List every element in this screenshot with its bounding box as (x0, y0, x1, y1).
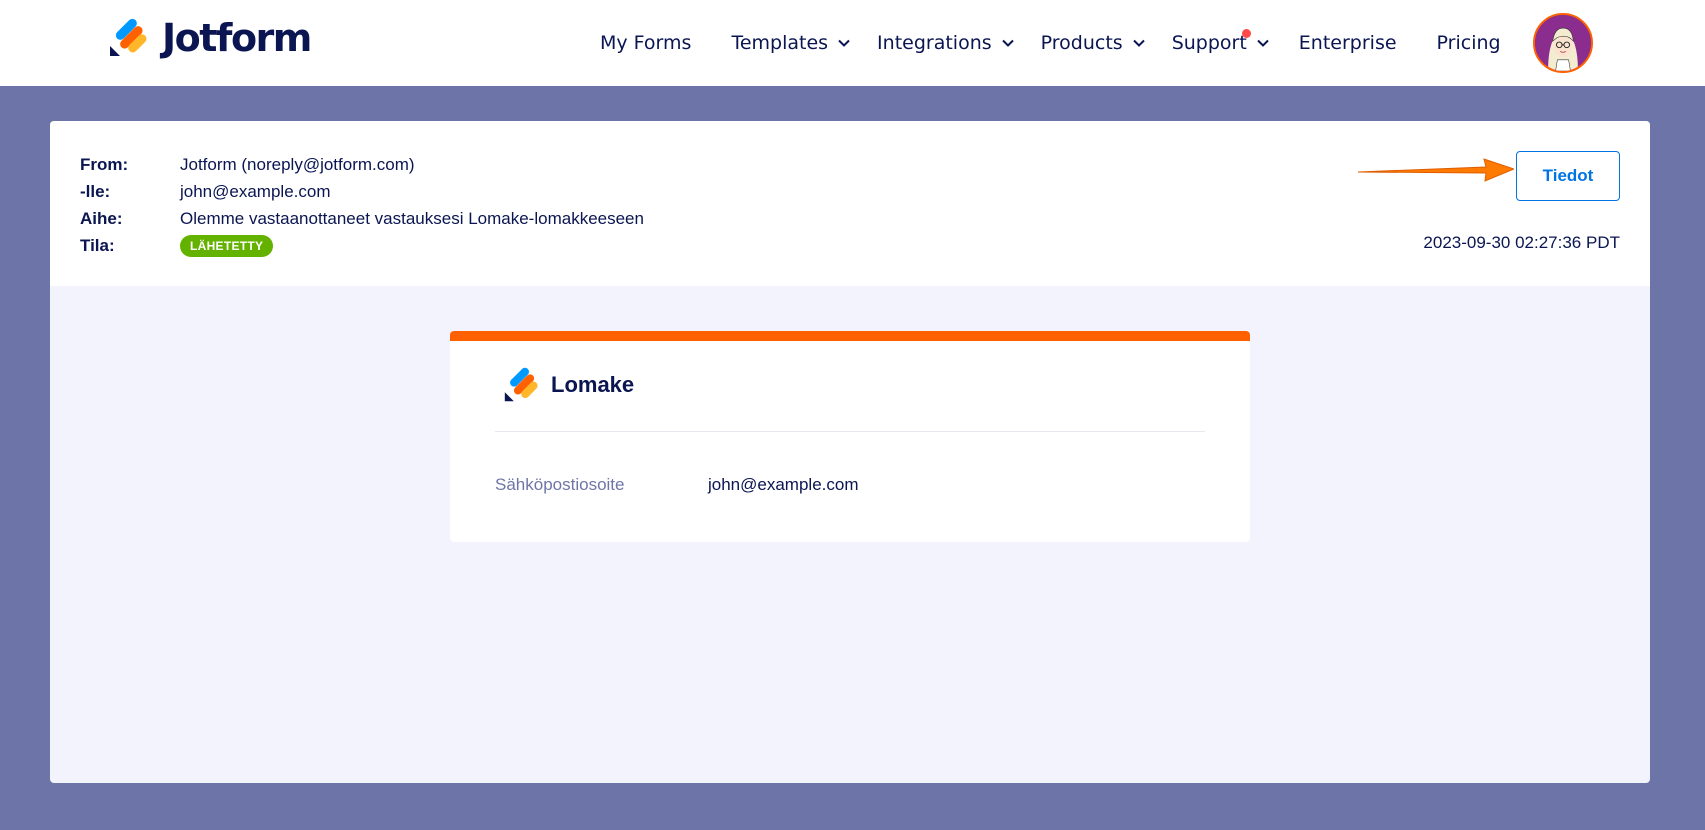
nav-label: Enterprise (1298, 32, 1397, 54)
arrow-pointer-icon (1358, 158, 1514, 182)
meta-row-from: From: Jotform (noreply@jotform.com) (80, 151, 644, 178)
logo-wordmark: Jotform (162, 16, 312, 60)
nav-products[interactable]: Products (1041, 32, 1145, 54)
chevron-down-icon (1001, 39, 1014, 47)
status-badge: LÄHETETTY (180, 234, 274, 257)
nav-enterprise[interactable]: Enterprise (1299, 32, 1397, 54)
divider (495, 431, 1205, 432)
form-title: Lomake (551, 372, 635, 397)
nav-pricing[interactable]: Pricing (1437, 32, 1501, 54)
meta-row-subject: Aihe: Olemme vastaanottaneet vastauksesi… (80, 205, 644, 232)
nav-label: Pricing (1436, 32, 1501, 54)
meta-value: Olemme vastaanottaneet vastauksesi Lomak… (180, 209, 644, 228)
nav-templates[interactable]: Templates (731, 32, 850, 54)
nav-label: My Forms (600, 32, 692, 54)
nav-label: Integrations (877, 32, 992, 54)
main-nav: My Forms Templates Integrations Products… (600, 0, 1501, 86)
meta-row-to: -lle: john@example.com (80, 178, 644, 205)
field-label: Sähköpostiosoite (495, 475, 625, 494)
user-avatar[interactable] (1533, 13, 1593, 73)
email-meta: From: Jotform (noreply@jotform.com) -lle… (80, 151, 644, 259)
meta-label: -lle: (80, 182, 111, 201)
top-navigation-bar: Jotform My Forms Templates Integrations … (0, 0, 1705, 86)
chevron-down-icon (1257, 39, 1269, 47)
chevron-down-icon (1132, 39, 1145, 47)
meta-value: john@example.com (180, 182, 331, 201)
email-detail-card: From: Jotform (noreply@jotform.com) -lle… (50, 121, 1650, 783)
nav-label: Support (1171, 32, 1247, 54)
meta-label: Aihe: (80, 209, 123, 228)
meta-value: Jotform (noreply@jotform.com) (180, 155, 415, 174)
details-button[interactable]: Tiedot (1516, 151, 1620, 201)
email-header: From: Jotform (noreply@jotform.com) -lle… (50, 121, 1650, 286)
email-brand: Lomake (503, 367, 634, 403)
email-accent-bar (450, 331, 1250, 341)
jotform-logo-icon (504, 367, 538, 402)
user-avatar-icon (1535, 15, 1591, 71)
nav-integrations[interactable]: Integrations (877, 32, 1014, 54)
chevron-down-icon (838, 39, 850, 47)
meta-label: Tila: (80, 236, 115, 255)
nav-label: Templates (731, 32, 829, 54)
email-preview: Lomake Sähköpostiosoite john@example.com (450, 331, 1250, 542)
nav-support[interactable]: Support (1171, 29, 1269, 54)
notification-dot (1241, 29, 1251, 38)
meta-label: From: (80, 155, 129, 174)
jotform-logo[interactable]: Jotform (108, 16, 312, 60)
nav-label: Products (1040, 32, 1123, 54)
nav-my-forms[interactable]: My Forms (600, 32, 691, 54)
field-value: john@example.com (708, 475, 859, 494)
sent-timestamp: 2023-09-30 02:27:36 PDT (1423, 233, 1620, 252)
meta-row-status: Tila: LÄHETETTY (80, 232, 644, 259)
jotform-logo-icon (110, 18, 147, 56)
